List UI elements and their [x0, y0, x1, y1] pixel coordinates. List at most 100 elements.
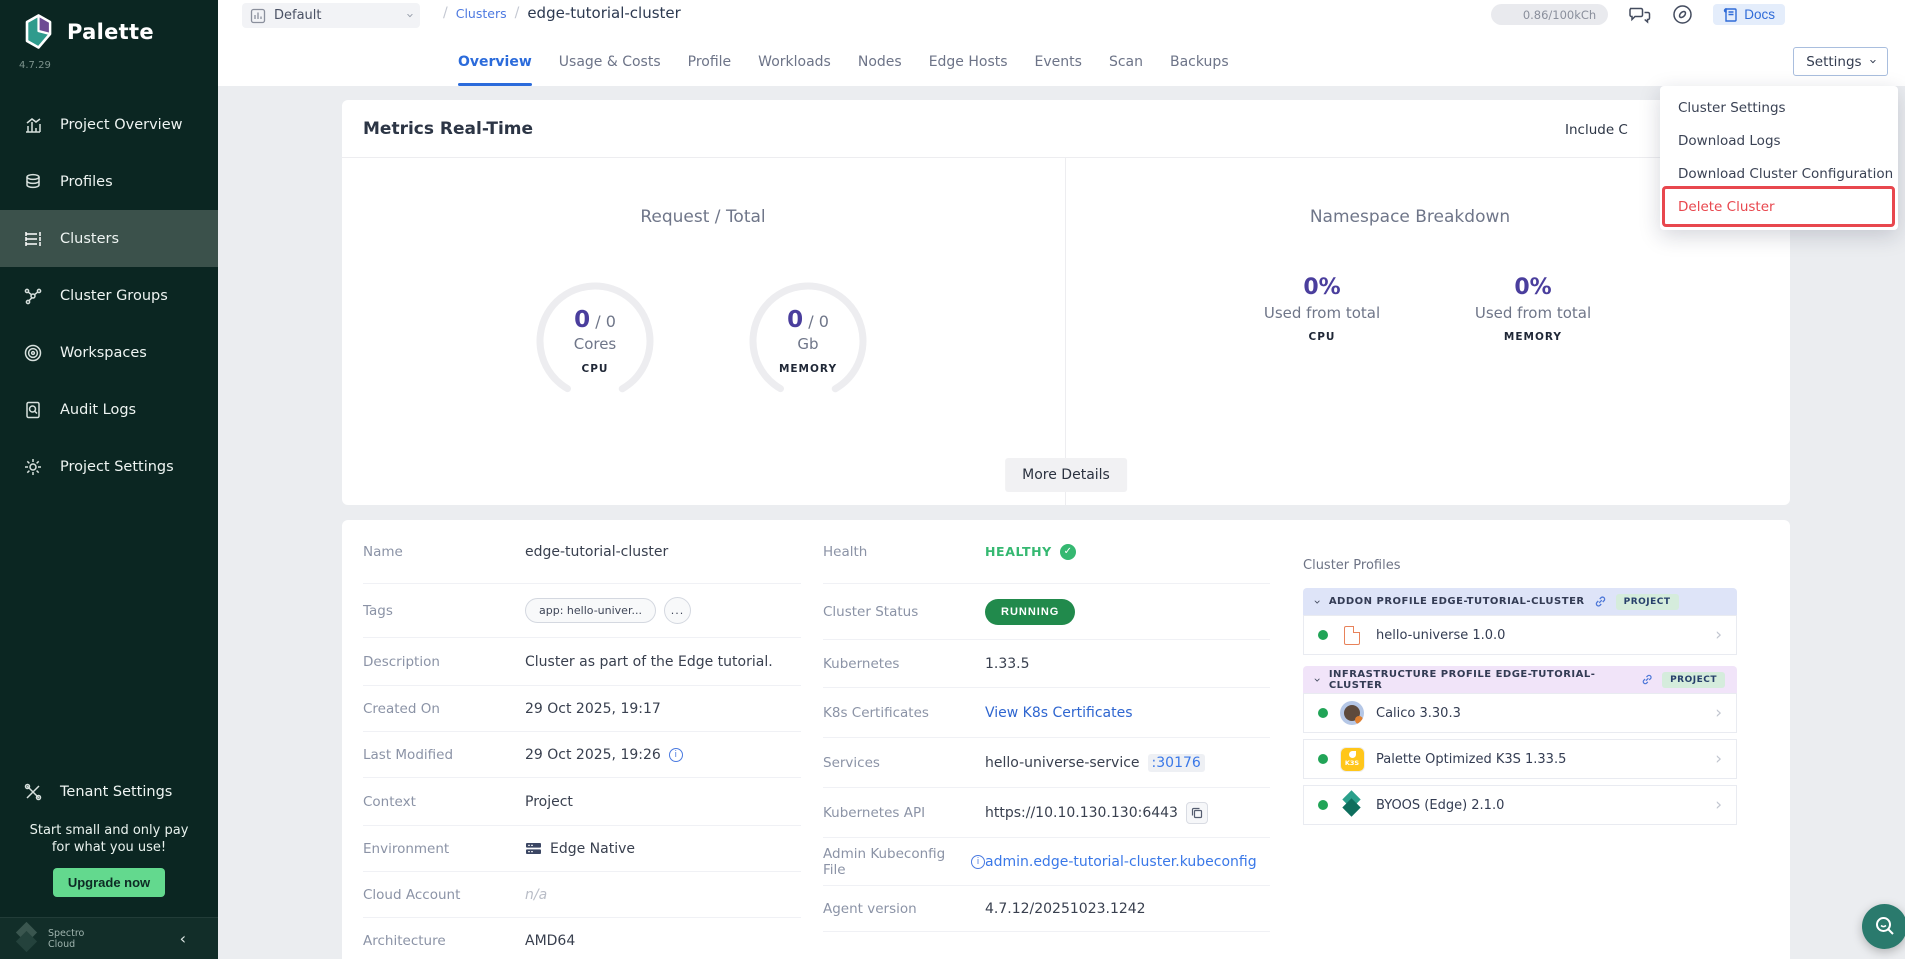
detail-row-status: Cluster Status RUNNING [823, 584, 1270, 640]
project-scope-badge: PROJECT [1662, 672, 1725, 688]
help-button[interactable] [1672, 4, 1693, 25]
infrastructure-profile-name: INFRASTRUCTURE PROFILE EDGE-TUTORIAL-CLU… [1329, 669, 1632, 691]
detail-row-services: Services hello-universe-service :30176 [823, 738, 1270, 788]
infrastructure-profile-header[interactable]: › INFRASTRUCTURE PROFILE EDGE-TUTORIAL-C… [1303, 666, 1737, 693]
addon-profile-header[interactable]: › ADDON PROFILE EDGE-TUTORIAL-CLUSTER PR… [1303, 588, 1737, 615]
chevron-down-icon[interactable]: › [1310, 677, 1324, 682]
service-port-link[interactable]: :30176 [1148, 754, 1205, 772]
menu-item-download-cluster-configuration[interactable]: Download Cluster Configuration [1660, 158, 1898, 191]
cluster-name-value: edge-tutorial-cluster [525, 544, 668, 560]
spectro-cloud-logo-icon [14, 925, 40, 953]
sidebar-item-clusters[interactable]: Clusters [0, 210, 218, 267]
profile-layer-hello-universe[interactable]: hello-universe 1.0.0 › [1303, 615, 1737, 655]
copy-icon [1191, 807, 1203, 819]
detail-row-health: Health HEALTHY✓ [823, 520, 1270, 584]
tab-backups[interactable]: Backups [1170, 38, 1229, 86]
profile-layer-byoos[interactable]: BYOOS (Edge) 2.1.0 › [1303, 785, 1737, 825]
sidebar-item-cluster-groups[interactable]: Cluster Groups [0, 267, 218, 324]
docs-icon [1723, 7, 1738, 22]
detail-row-tags: Tags app: hello-univer... ... [363, 584, 801, 638]
menu-item-cluster-settings[interactable]: Cluster Settings [1660, 92, 1898, 125]
upgrade-promo: Start small and only pay for what you us… [0, 822, 218, 897]
details-middle-column: Health HEALTHY✓ Cluster Status RUNNING K… [823, 520, 1270, 932]
detail-row-kubernetes-api: Kubernetes API https://10.10.130.130:644… [823, 788, 1270, 838]
breadcrumb-clusters-link[interactable]: Clusters [456, 6, 507, 21]
top-bar: Default › / Clusters / edge-tutorial-clu… [218, 0, 1905, 86]
k3s-icon: K3S [1341, 748, 1364, 771]
cluster-status-badge[interactable]: RUNNING [985, 599, 1075, 625]
created-on-value: 29 Oct 2025, 19:17 [525, 701, 661, 717]
profile-layer-k3s[interactable]: K3S Palette Optimized K3S 1.33.5 › [1303, 739, 1737, 779]
detail-row-description: Description Cluster as part of the Edge … [363, 638, 801, 686]
tags-more-chip[interactable]: ... [664, 597, 691, 624]
metrics-title: Metrics Real-Time [363, 119, 533, 139]
chevron-right-icon: › [1715, 625, 1722, 645]
tab-profile[interactable]: Profile [688, 38, 732, 86]
namespace-breakdown-title: Namespace Breakdown [1310, 207, 1510, 227]
chat-button[interactable] [1628, 5, 1652, 25]
copy-button[interactable] [1186, 802, 1208, 824]
support-search-fab[interactable] [1862, 904, 1905, 949]
sidebar-item-label: Profiles [60, 174, 113, 190]
edge-native-icon [525, 841, 542, 856]
chevron-down-icon[interactable]: › [1310, 599, 1324, 604]
view-k8s-certificates-link[interactable]: View K8s Certificates [985, 705, 1133, 721]
namespace-memory-stat: 0% Used from total MEMORY [1475, 275, 1591, 343]
detail-row-agent-version: Agent version 4.7.12/20251023.1242 [823, 886, 1270, 932]
tab-scan[interactable]: Scan [1109, 38, 1143, 86]
menu-item-download-logs[interactable]: Download Logs [1660, 125, 1898, 158]
sidebar-item-profiles[interactable]: Profiles [0, 153, 218, 210]
tab-edge-hosts[interactable]: Edge Hosts [929, 38, 1008, 86]
breadcrumb-separator: / [443, 5, 448, 21]
chevron-down-icon: › [403, 13, 416, 18]
more-details-button[interactable]: More Details [1005, 458, 1127, 492]
tab-usage-costs[interactable]: Usage & Costs [559, 38, 661, 86]
detail-row-architecture: Architecture AMD64 [363, 918, 801, 959]
link-icon [1594, 595, 1607, 608]
detail-row-modified: Last Modified 29 Oct 2025, 19:26i [363, 732, 801, 778]
detail-row-kubeconfig: Admin Kubeconfig Filei admin.edge-tutori… [823, 838, 1270, 886]
app-name: Palette [67, 20, 154, 44]
detail-row-name: Name edge-tutorial-cluster [363, 520, 801, 584]
tab-overview[interactable]: Overview [458, 38, 532, 86]
cpu-gauge-kind: CPU [582, 363, 609, 375]
sidebar: Palette 4.7.29 Project Overview Profiles… [0, 0, 218, 959]
sidebar-item-project-overview[interactable]: Project Overview [0, 96, 218, 153]
divider [342, 157, 1790, 158]
tag-chip[interactable]: app: hello-univer... [525, 598, 656, 623]
tab-events[interactable]: Events [1035, 38, 1082, 86]
settings-button[interactable]: Settings › [1793, 47, 1888, 76]
audit-logs-icon [23, 400, 43, 420]
memory-gauge-value: 0 / 0 [787, 307, 829, 333]
settings-dropdown-menu: Cluster Settings Download Logs Download … [1660, 86, 1898, 230]
cpu-gauge-value: 0 / 0 [574, 307, 616, 333]
project-overview-icon [23, 115, 43, 135]
info-icon[interactable]: i [971, 855, 985, 869]
kubeconfig-download-link[interactable]: admin.edge-tutorial-cluster.kubeconfig [985, 854, 1257, 870]
sidebar-item-audit-logs[interactable]: Audit Logs [0, 381, 218, 438]
cluster-details-panel: Name edge-tutorial-cluster Tags app: hel… [342, 520, 1790, 959]
architecture-value: AMD64 [525, 933, 575, 949]
info-icon[interactable]: i [669, 748, 683, 762]
sidebar-collapse-icon[interactable]: ‹ [180, 929, 186, 948]
details-left-column: Name edge-tutorial-cluster Tags app: hel… [363, 520, 801, 959]
sidebar-item-label: Audit Logs [60, 402, 136, 418]
sidebar-item-label: Tenant Settings [60, 784, 172, 800]
docs-button[interactable]: Docs [1713, 4, 1785, 25]
sidebar-nav: Project Overview Profiles Clusters Clust… [0, 96, 218, 495]
palette-logo: Palette [22, 13, 154, 50]
cluster-profiles-title: Cluster Profiles [1303, 558, 1737, 573]
memory-gauge-kind: MEMORY [779, 363, 837, 375]
upgrade-now-button[interactable]: Upgrade now [53, 868, 165, 897]
menu-item-delete-cluster[interactable]: Delete Cluster [1660, 191, 1898, 224]
sidebar-item-project-settings[interactable]: Project Settings [0, 438, 218, 495]
breadcrumb-separator: / [515, 5, 520, 21]
sidebar-item-workspaces[interactable]: Workspaces [0, 324, 218, 381]
project-selector[interactable]: Default › [242, 3, 420, 28]
tab-nodes[interactable]: Nodes [858, 38, 902, 86]
tab-workloads[interactable]: Workloads [758, 38, 831, 86]
sidebar-item-tenant-settings[interactable]: Tenant Settings [0, 763, 218, 820]
profile-layer-calico[interactable]: Calico 3.30.3 › [1303, 693, 1737, 733]
breadcrumb: / Clusters / edge-tutorial-cluster [443, 4, 681, 22]
project-selector-icon [250, 8, 266, 24]
